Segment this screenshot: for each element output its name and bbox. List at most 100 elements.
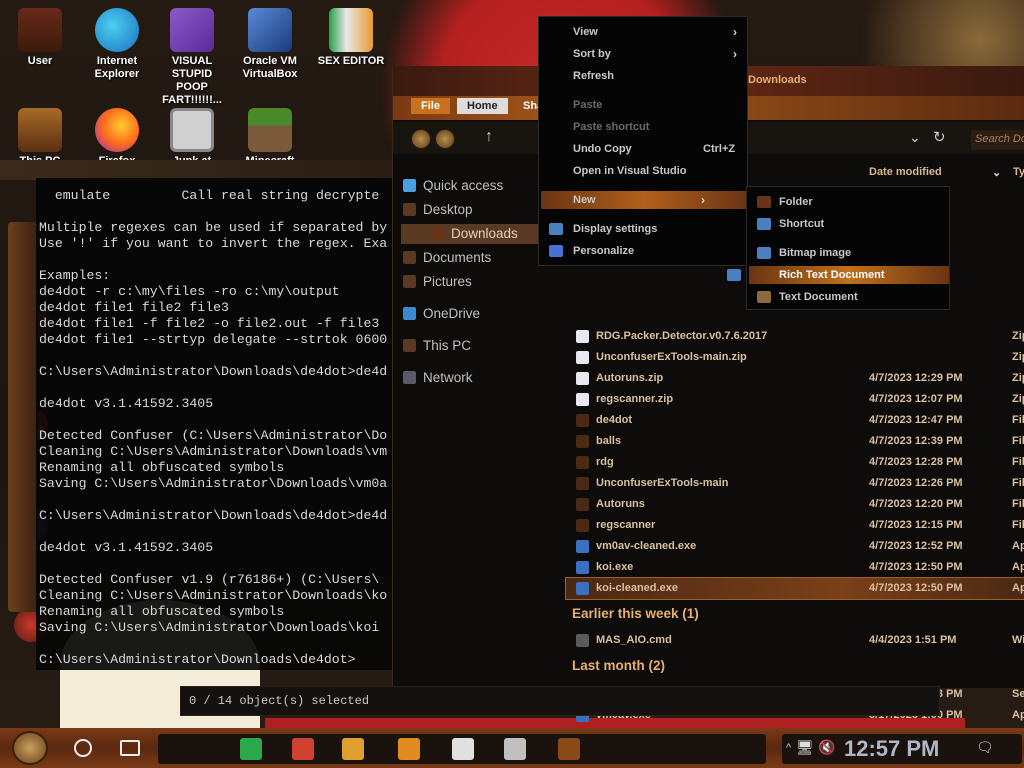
search-input[interactable]: Search Do (971, 130, 1024, 150)
nav-item-downloads[interactable]: Downloads (401, 224, 551, 244)
terminal-line: Cleaning C:\Users\Administrator\Download… (39, 444, 388, 459)
file-row[interactable]: balls 4/7/2023 12:39 PM File (566, 431, 1024, 452)
desktop-icon-visual-studio[interactable]: VISUAL STUPID POOP FART!!!!!!... (157, 8, 227, 107)
nav-item-quick-access[interactable]: Quick access (403, 176, 503, 196)
cortana-icon[interactable] (74, 739, 92, 757)
group-header-earlier-this-week[interactable]: Earlier this week (1) (572, 604, 699, 624)
desktop-icon-virtualbox[interactable]: Oracle VM VirtualBox (235, 8, 305, 81)
file-explorer-icon[interactable] (342, 738, 364, 760)
desktop-icon-internet-explorer[interactable]: Internet Explorer (82, 8, 152, 81)
submenu-item-rich-text-document[interactable]: Rich Text Document (727, 266, 949, 284)
file-row[interactable]: koi-cleaned.exe 4/7/2023 12:50 PM Ap (565, 577, 1024, 600)
submenu-item-text-document[interactable]: Text Document (757, 288, 949, 306)
nav-item-network[interactable]: Network (403, 368, 473, 388)
file-icon (576, 519, 589, 532)
file-row[interactable]: Autoruns.zip 4/7/2023 12:29 PM Zip (566, 368, 1024, 389)
network-icon[interactable]: 🖥 (796, 739, 814, 756)
terminal-icon[interactable] (558, 738, 580, 760)
nav-item-pictures[interactable]: Pictures (403, 272, 472, 292)
terminal-titlebar[interactable] (0, 160, 392, 180)
nav-item-desktop[interactable]: Desktop (403, 200, 473, 220)
terminal-line: Saving C:\Users\Administrator\Downloads\… (39, 476, 388, 491)
file-row[interactable]: Autoruns 4/7/2023 12:20 PM File (566, 494, 1024, 515)
file-row[interactable]: koi.exe 4/7/2023 12:50 PM App (566, 557, 1024, 578)
hex-editor-icon[interactable] (398, 738, 420, 760)
file-row[interactable]: RDG.Packer.Detector.v0.7.6.2017 Zip (566, 326, 1024, 347)
menu-item-sort-by[interactable]: Sort by › (573, 45, 749, 63)
file-row[interactable]: vm0av-cleaned.exe 4/7/2023 12:52 PM App (566, 536, 1024, 557)
sort-chevron-icon[interactable]: ⌄ (992, 166, 1001, 179)
file-name: UnconfuserExTools-main.zip (596, 351, 747, 363)
desktop-icon-hex-editor[interactable]: SEX EDITOR (316, 8, 386, 68)
task-view-icon[interactable] (120, 740, 140, 756)
menu-item-paste-shortcut[interactable]: Paste shortcut (573, 118, 749, 136)
column-date-modified[interactable]: Date modified (869, 166, 942, 178)
terminal-window[interactable]: emulate Call real string decrypte Multipl… (36, 178, 392, 670)
file-type: App (1012, 540, 1024, 552)
submenu-item-folder[interactable]: Folder (757, 193, 949, 211)
file-row[interactable]: regscanner.zip 4/7/2023 12:07 PM Zip (566, 389, 1024, 410)
desktop-icon-firefox[interactable]: Firefox (82, 108, 152, 168)
file-type: App (1012, 561, 1024, 573)
chevron-up-icon[interactable]: ^ (786, 742, 791, 754)
forward-button[interactable] (435, 129, 455, 149)
file-row[interactable]: rdg 4/7/2023 12:28 PM File (566, 452, 1024, 473)
desktop-icon-minecraft[interactable]: Minecraft (235, 108, 305, 168)
submenu-item-shortcut[interactable]: Shortcut (757, 215, 949, 233)
menu-item-paste[interactable]: Paste (573, 96, 749, 114)
sheets-icon[interactable] (240, 738, 262, 760)
file-row[interactable]: regscanner 4/7/2023 12:15 PM File (566, 515, 1024, 536)
terminal-line: C:\Users\Administrator\Downloads\de4dot> (39, 652, 356, 667)
file-date: 4/7/2023 12:47 PM (869, 414, 963, 426)
tab-home[interactable]: Home (457, 98, 508, 114)
desktop-icon-this-pc[interactable]: This PC (5, 108, 75, 168)
refresh-icon[interactable]: ↻ (933, 128, 946, 146)
menu-item-open-in-visual-studio[interactable]: Open in Visual Studio (573, 162, 749, 180)
status-bar: 0 / 14 object(s) selected (180, 686, 940, 716)
back-button[interactable] (411, 129, 431, 149)
nav-item-label: Pictures (423, 274, 472, 289)
start-button[interactable] (12, 731, 48, 765)
context-menu: View › Sort by › Refresh Paste Paste shortcut U… (538, 16, 748, 266)
chrome-icon[interactable] (292, 738, 314, 760)
file-row[interactable]: UnconfuserExTools-main 4/7/2023 12:26 PM F… (566, 473, 1024, 494)
clock[interactable]: 12:57 PM (844, 736, 939, 762)
tab-file[interactable]: File (411, 98, 450, 114)
up-arrow-icon[interactable]: ↑ (485, 128, 493, 146)
chevron-down-icon[interactable]: ⌄ (909, 129, 921, 146)
menu-item-new[interactable]: New › (541, 191, 747, 209)
file-type: File (1012, 435, 1024, 447)
nav-item-this-pc[interactable]: This PC (403, 336, 471, 356)
menu-item-label: Undo Copy (573, 143, 632, 155)
volume-muted-icon[interactable]: 🔇 (818, 739, 835, 756)
7zip-icon[interactable] (452, 738, 474, 760)
file-row[interactable]: de4dot 4/7/2023 12:47 PM File (566, 410, 1024, 431)
file-row[interactable]: MAS_AIO.cmd 4/4/2023 1:51 PM Wi (566, 630, 1024, 651)
menu-item-display-settings[interactable]: Display settings (549, 220, 749, 238)
file-row[interactable]: UnconfuserExTools-main.zip Zip (566, 347, 1024, 368)
copy-icon[interactable] (504, 738, 526, 760)
nav-item-onedrive[interactable]: OneDrive (403, 304, 480, 324)
group-header-last-month[interactable]: Last month (2) (572, 656, 665, 676)
chevron-right-icon: › (733, 25, 737, 39)
file-icon (576, 372, 589, 385)
nav-item-label: Network (423, 370, 473, 385)
nav-item-documents[interactable]: Documents (403, 248, 492, 268)
folder-icon (403, 339, 416, 352)
nav-item-label: Desktop (423, 202, 473, 217)
desktop-icon-user[interactable]: User (5, 8, 75, 68)
file-type: Zip (1012, 393, 1024, 405)
submenu-item-bitmap-image[interactable]: Bitmap image (757, 244, 949, 262)
notification-icon[interactable]: 🗨 (976, 739, 994, 756)
user-folder-icon (18, 8, 62, 52)
terminal-line: Saving C:\Users\Administrator\Downloads\… (39, 620, 380, 635)
menu-item-view[interactable]: View › (573, 23, 749, 41)
display-icon (549, 223, 563, 235)
menu-item-refresh[interactable]: Refresh (573, 67, 749, 85)
menu-item-undo-copy[interactable]: Undo Copy Ctrl+Z (573, 140, 749, 158)
column-type[interactable]: Ty (1013, 166, 1024, 178)
menu-item-personalize[interactable]: Personalize (549, 242, 749, 260)
nav-item-label: Documents (423, 250, 492, 265)
submenu-item-label: Text Document (779, 291, 858, 303)
